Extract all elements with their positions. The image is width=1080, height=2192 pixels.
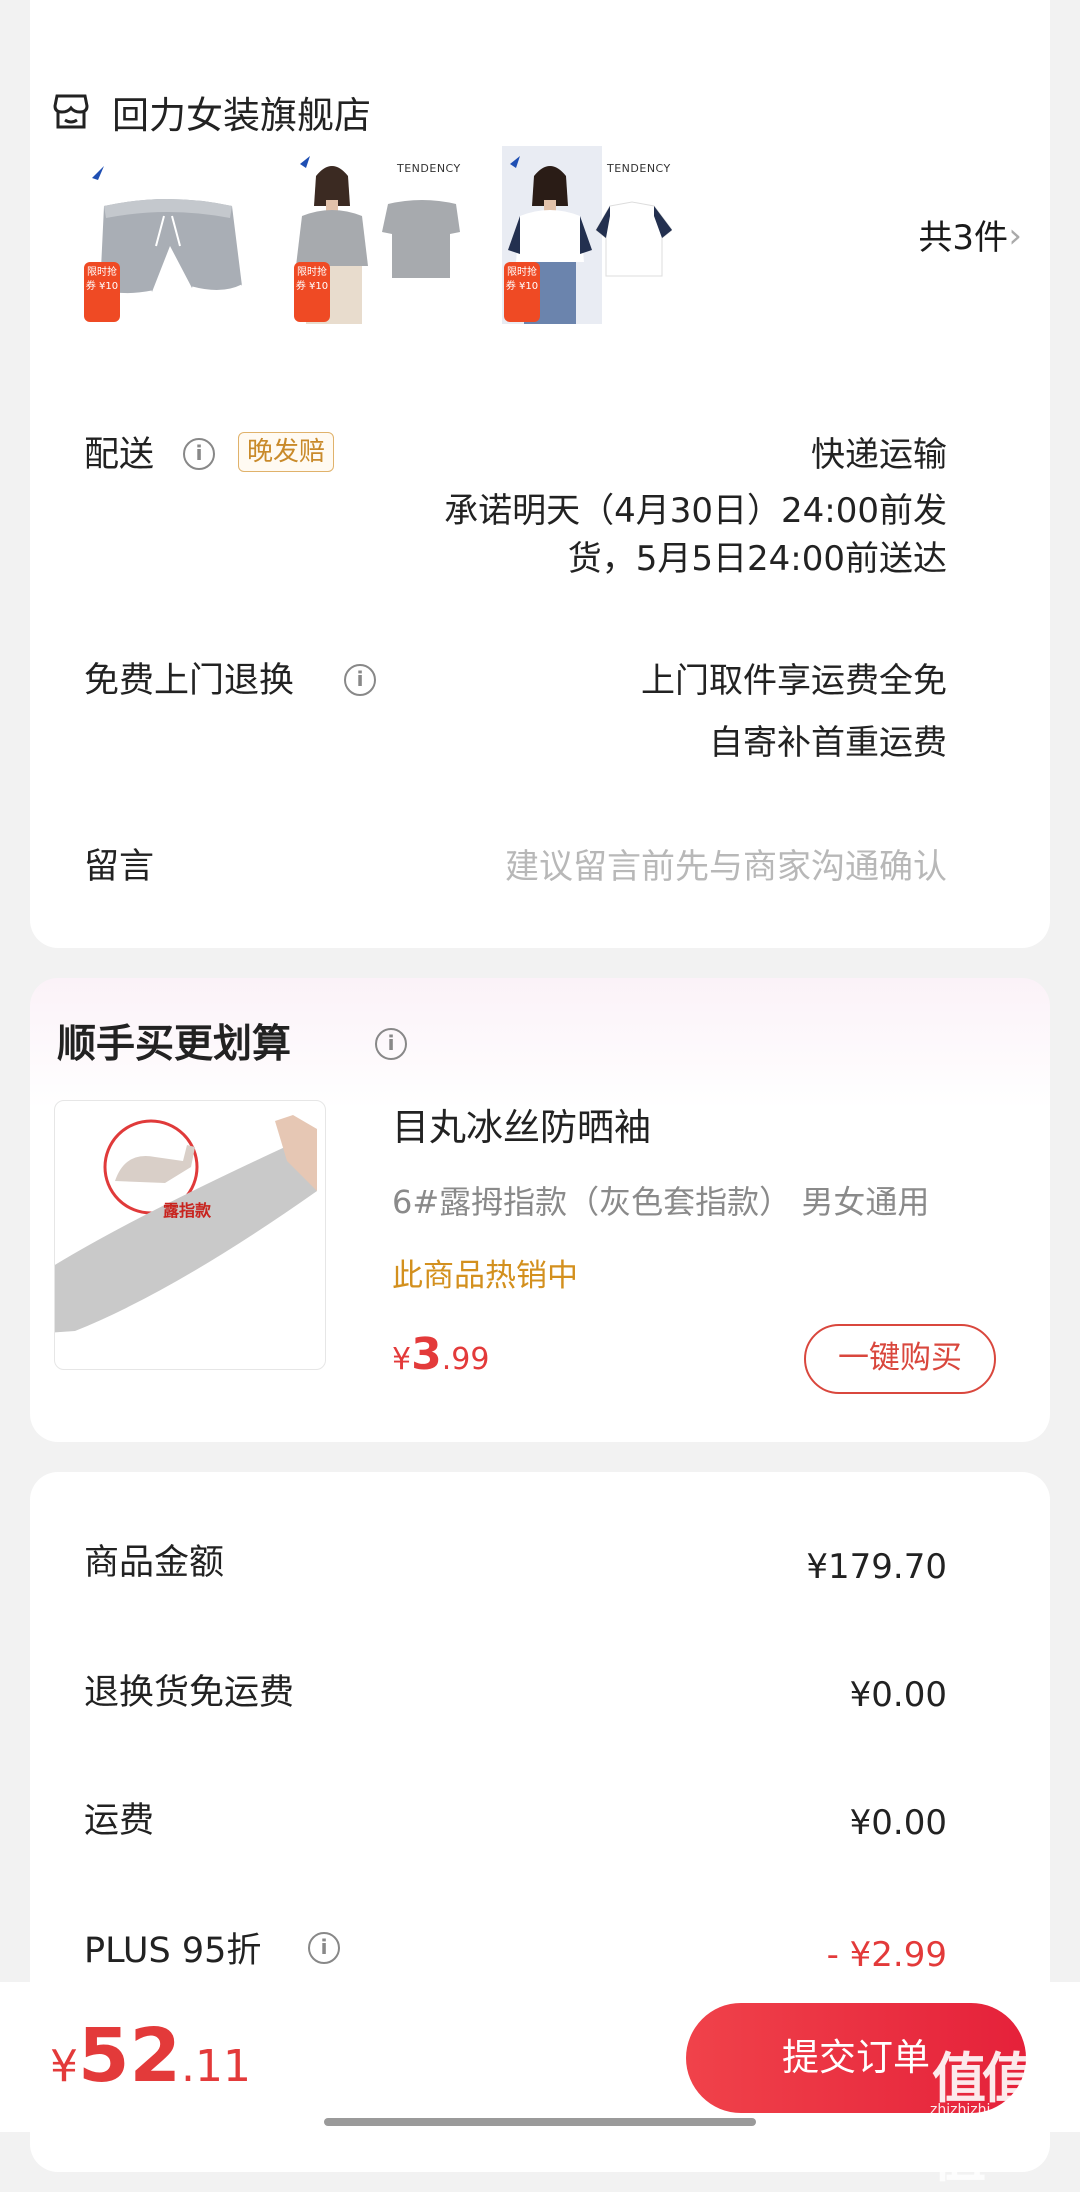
late-compensation-badge: 晚发赔 (238, 432, 335, 472)
promo-badge: 限时抢券 ¥10 (294, 262, 330, 322)
info-icon[interactable]: i (344, 664, 376, 696)
summary-label-shipping: 运费 (84, 1801, 155, 1841)
image-tag: 露指款 (163, 1201, 212, 1220)
item-count[interactable]: 共3件 (918, 216, 1008, 260)
upsell-product-name[interactable]: 目丸冰丝防晒袖 (392, 1104, 651, 1152)
message-input[interactable]: 建议留言前先与商家沟通确认 (505, 844, 947, 890)
delivery-promise-line1: 承诺明天（4月30日）24:00前发 (444, 491, 947, 531)
info-icon[interactable]: i (308, 1932, 340, 1964)
promo-badge: 限时抢券 ¥10 (84, 262, 120, 322)
order-total: ¥52.11 (50, 2013, 251, 2099)
summary-value-return-shipping: ¥0.00 (849, 1675, 947, 1715)
product-thumbnail-tshirt-gray[interactable]: TENDENCY 限时抢券 ¥10 (292, 146, 462, 324)
store-name[interactable]: 回力女装旗舰店 (112, 92, 371, 140)
brand-tag: TENDENCY (607, 162, 671, 175)
product-thumbnail-shorts[interactable]: 限时抢券 ¥10 (82, 146, 252, 324)
delivery-label: 配送 (84, 435, 155, 475)
upsell-product-spec[interactable]: 6#露拇指款（灰色套指款） 男女通用 (392, 1180, 1012, 1224)
message-label: 留言 (84, 847, 155, 887)
summary-label-return-shipping: 退换货免运费 (84, 1673, 295, 1713)
summary-value-shipping: ¥0.00 (849, 1803, 947, 1843)
store-icon (53, 94, 89, 129)
hot-selling-label: 此商品热销中 (392, 1258, 578, 1294)
summary-label-goods: 商品金额 (84, 1543, 225, 1583)
summary-value-plus-discount: - ¥2.99 (826, 1935, 947, 1975)
delivery-promise-line2: 货，5月5日24:00前送达 (567, 539, 947, 579)
upsell-product-image[interactable]: 露指款 (54, 1100, 326, 1370)
info-icon[interactable]: i (183, 438, 215, 470)
summary-value-goods: ¥179.70 (806, 1547, 947, 1587)
brand-tag: TENDENCY (397, 162, 461, 175)
upsell-title: 顺手买更划算 (57, 1022, 292, 1067)
return-pickup-text: 上门取件享运费全免 (641, 661, 947, 701)
product-thumbnail-tshirt-raglan[interactable]: TENDENCY 限时抢券 ¥10 (502, 146, 672, 324)
summary-label-plus-discount: PLUS 95折 (84, 1931, 262, 1971)
watermark-url: zhizhizhi.com (930, 2102, 1025, 2118)
chevron-right-icon[interactable]: › (1008, 214, 1022, 258)
info-icon[interactable]: i (375, 1028, 407, 1060)
free-return-label: 免费上门退换 (84, 661, 295, 701)
one-click-buy-button[interactable]: 一键购买 (804, 1324, 996, 1394)
delivery-method: 快递运输 (811, 435, 947, 475)
upsell-price: ¥3.99 (392, 1329, 490, 1380)
promo-badge: 限时抢券 ¥10 (504, 262, 540, 322)
home-indicator[interactable] (324, 2118, 756, 2126)
return-self-ship-text: 自寄补首重运费 (709, 723, 947, 763)
